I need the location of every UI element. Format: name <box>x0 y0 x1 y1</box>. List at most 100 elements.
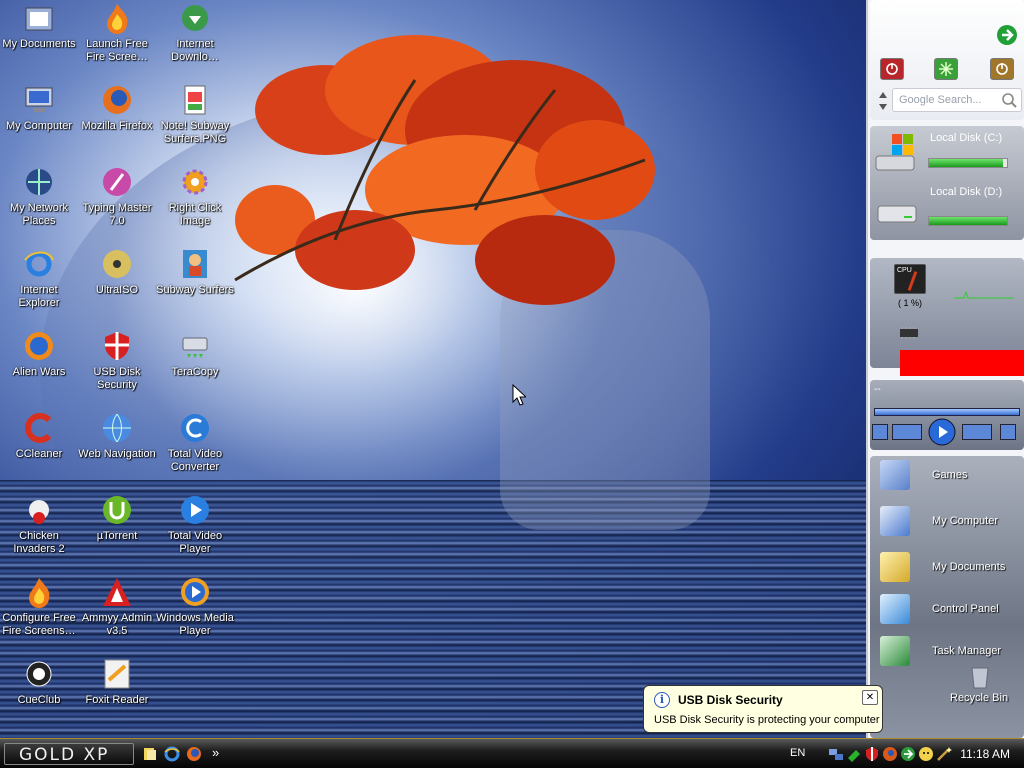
media-forward-button[interactable] <box>962 424 992 440</box>
notification-title: USB Disk Security <box>678 693 783 707</box>
desktop-icon-label: Ammyy Admin v3.5 <box>81 612 153 637</box>
restart-button[interactable] <box>934 58 958 80</box>
media-seek-bar[interactable] <box>874 408 1020 416</box>
desktop-icon-my-computer[interactable]: My Computer <box>0 84 78 133</box>
desktop-icon-label: Foxit Reader <box>85 694 149 706</box>
desktop-icon-alien-wars[interactable]: Alien Wars <box>0 330 78 379</box>
sidebar-top-panel: Google Search... <box>870 0 1024 120</box>
recycle-bin-shortcut[interactable]: Recycle Bin <box>940 664 1020 704</box>
desktop-icon-my-network-places[interactable]: My Network Places <box>0 166 78 228</box>
language-indicator[interactable]: EN <box>790 747 805 759</box>
desktop-icon-internet-explorer[interactable]: Internet Explorer <box>0 248 78 310</box>
cpu-panel: CPU ( 1 %) <box>870 258 1024 376</box>
desktop-icon-chicken-invaders-2[interactable]: Chicken Invaders 2 <box>0 494 78 556</box>
magic-wand-tray-icon[interactable] <box>936 746 952 762</box>
desktop-icon-internet-downlo[interactable]: Internet Downlo… <box>156 2 234 64</box>
control-panel-icon <box>880 594 910 624</box>
disc-icon <box>103 250 131 278</box>
globe-download-icon <box>182 5 208 31</box>
google-search-input[interactable]: Google Search... <box>892 88 1022 112</box>
desktop-icon-label: USB Disk Security <box>93 366 141 391</box>
cpu-gauge-needle <box>907 271 918 291</box>
wallpaper-tree <box>234 35 655 305</box>
desktop-icon-total-video-converter[interactable]: Total Video Converter <box>156 412 234 474</box>
firefox-icon[interactable] <box>186 746 202 762</box>
media-track: -- <box>874 384 881 395</box>
desktop-icon-note-subway-surfers-png[interactable]: Note! Subway Surfers.PNG <box>156 84 234 146</box>
ccleaner-icon <box>25 413 52 443</box>
notification-close-button[interactable]: ✕ <box>862 690 878 705</box>
documents-folder-icon <box>880 552 910 582</box>
desktop-icon-label: Note! Subway Surfers.PNG <box>160 120 230 145</box>
typing-icon <box>103 168 131 196</box>
desktop-icon-mozilla-firefox[interactable]: Mozilla Firefox <box>78 84 156 133</box>
media-stop-button[interactable] <box>872 424 888 440</box>
globe-icon <box>103 413 131 443</box>
search-scroll-icon[interactable] <box>878 90 888 112</box>
desktop-icon-windows-media-player[interactable]: Windows Media Player <box>156 576 234 638</box>
media-rewind-button[interactable] <box>892 424 922 440</box>
launcher-control-panel[interactable]: Control Panel <box>880 590 1024 628</box>
desktop-icon-my-documents[interactable]: My Documents <box>0 2 78 51</box>
desktop-icon-label: Internet Explorer <box>18 284 60 309</box>
disk-c-label: Local Disk (C:) <box>930 132 1003 144</box>
search-icon[interactable] <box>1001 92 1017 108</box>
copy-icon <box>182 337 208 358</box>
start-button[interactable]: GOLD XP <box>4 743 134 765</box>
internet-explorer-icon[interactable] <box>164 746 180 762</box>
quick-launch-overflow[interactable]: » <box>212 745 219 760</box>
desktop-icon-label: CCleaner <box>15 448 63 460</box>
desktop-icon-right-click-image[interactable]: Right Click Image <box>156 166 234 228</box>
desktop-icon-typing-master-7-0[interactable]: Typing Master 7.0 <box>78 166 156 228</box>
cpu-gauge-label: CPU <box>897 267 912 274</box>
cpu-gauge: CPU <box>894 264 926 294</box>
search-placeholder: Google Search... <box>899 94 982 106</box>
media-play-button[interactable] <box>928 418 956 446</box>
taskbar-clock[interactable]: 11:18 AM <box>960 747 1010 761</box>
cpu-graph <box>954 290 1014 299</box>
desktop-icon-total-video-player[interactable]: Total Video Player <box>156 494 234 556</box>
desktop-icon-cueclub[interactable]: CueClub <box>0 658 78 707</box>
logoff-button[interactable] <box>990 58 1014 80</box>
desktop-icon-label: CueClub <box>17 694 61 706</box>
desktop-icon-ammyy-admin-v3-5[interactable]: Ammyy Admin v3.5 <box>78 576 156 638</box>
desktop-icon-launch-free-fire-scree[interactable]: Launch Free Fire Scree… <box>78 2 156 64</box>
disk-d-usage-bar <box>928 216 1008 226</box>
utorrent-icon <box>103 496 131 524</box>
desktop-icon-torrent[interactable]: µTorrent <box>78 494 156 543</box>
shutdown-button[interactable] <box>880 58 904 80</box>
games-folder-icon <box>880 460 910 490</box>
usb-security-tray-icon[interactable] <box>864 746 880 762</box>
disk-c-usage-bar <box>928 158 1008 168</box>
launcher-games[interactable]: Games <box>880 456 1024 494</box>
desktop-icon-subway-surfers[interactable]: Subway Surfers <box>156 248 234 297</box>
desktop-icon-configure-free-fire-screens[interactable]: Configure Free Fire Screens… <box>0 576 78 638</box>
smiley-tray-icon[interactable] <box>918 746 934 762</box>
system-tray: EN 11:18 AM <box>780 742 1020 766</box>
go-arrow-icon[interactable] <box>996 24 1018 46</box>
launcher-my-documents[interactable]: My Documents <box>880 548 1024 586</box>
logoff-power-icon <box>996 63 1008 75</box>
desktop-icon-ultraiso[interactable]: UltraISO <box>78 248 156 297</box>
media-eject-button[interactable] <box>1000 424 1016 440</box>
image-file-icon <box>184 85 206 115</box>
game-icon <box>183 250 207 278</box>
firefox-tray-icon[interactable] <box>882 746 898 762</box>
desktop-icon-teracopy[interactable]: TeraCopy <box>156 330 234 379</box>
desktop-icon-foxit-reader[interactable]: Foxit Reader <box>78 658 156 707</box>
update-tray-icon[interactable] <box>900 746 916 762</box>
launcher-control-panel-label: Control Panel <box>932 603 999 615</box>
network-tray-icon[interactable] <box>828 746 844 762</box>
desktop-icon-usb-disk-security[interactable]: USB Disk Security <box>78 330 156 392</box>
billiard-icon <box>26 661 52 687</box>
desktop-icon-ccleaner[interactable]: CCleaner <box>0 412 78 461</box>
safely-remove-tray-icon[interactable] <box>846 746 862 762</box>
cpu-percent: ( 1 %) <box>898 298 923 308</box>
show-desktop-icon[interactable] <box>142 746 158 762</box>
desktop-icon-web-navigation[interactable]: Web Navigation <box>78 412 156 461</box>
folder-icon <box>25 7 53 31</box>
gear-icon <box>182 169 208 195</box>
usb-disk-security-notification[interactable]: i USB Disk Security USB Disk Security is… <box>643 685 883 733</box>
launcher-my-computer[interactable]: My Computer <box>880 502 1024 540</box>
launcher-panel: Games My Computer My Documents Control P… <box>870 456 1024 738</box>
